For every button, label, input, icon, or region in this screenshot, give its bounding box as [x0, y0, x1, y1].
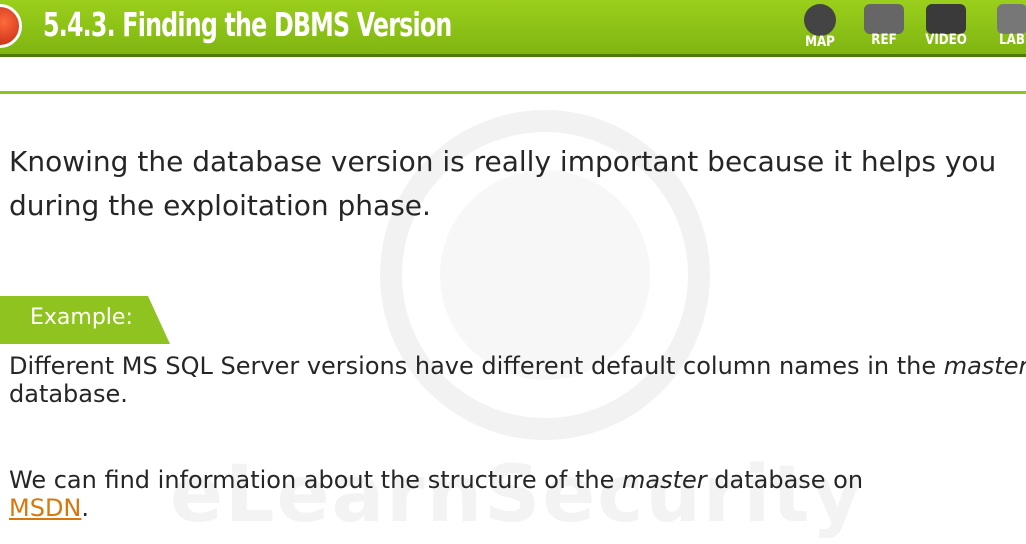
- slide-header: 5.4.3. Finding the DBMS Version MAP REF …: [0, 0, 1026, 57]
- paragraph-versions-text-b: database.: [9, 380, 128, 408]
- example-badge: Example:: [0, 296, 170, 344]
- master-term: master: [943, 352, 1026, 380]
- nav-lab-label: LAB: [999, 32, 1025, 48]
- paragraph-msdn-text-a: We can find information about the struct…: [9, 466, 623, 494]
- nav-ref-label: REF: [871, 32, 897, 48]
- folder-icon: [864, 4, 904, 34]
- msdn-link[interactable]: MSDN: [9, 494, 81, 522]
- film-icon: [926, 4, 966, 34]
- nav-video-label: VIDEO: [925, 32, 967, 48]
- nav-video-button[interactable]: VIDEO: [920, 0, 972, 57]
- master-term-2: master: [622, 466, 707, 494]
- globe-icon: [804, 4, 836, 36]
- intro-paragraph: Knowing the database version is really i…: [9, 145, 997, 222]
- nav-lab-button[interactable]: LAB: [986, 0, 1026, 57]
- flask-icon: [997, 4, 1026, 34]
- example-label: Example:: [30, 305, 133, 330]
- nav-map-button[interactable]: MAP: [794, 0, 846, 57]
- header-divider: [0, 91, 1026, 94]
- paragraph-versions-text-a: Different MS SQL Server versions have di…: [9, 352, 944, 380]
- nav-map-label: MAP: [805, 34, 835, 50]
- nav-ref-button[interactable]: REF: [858, 0, 910, 57]
- logo-icon: [0, 4, 22, 48]
- paragraph-msdn: We can find information about the struct…: [9, 466, 1026, 522]
- paragraph-msdn-text-b: database on: [706, 466, 864, 494]
- paragraph-versions: Different MS SQL Server versions have di…: [9, 352, 1026, 408]
- slide-title: 5.4.3. Finding the DBMS Version: [43, 5, 452, 44]
- paragraph-msdn-period: .: [81, 494, 90, 522]
